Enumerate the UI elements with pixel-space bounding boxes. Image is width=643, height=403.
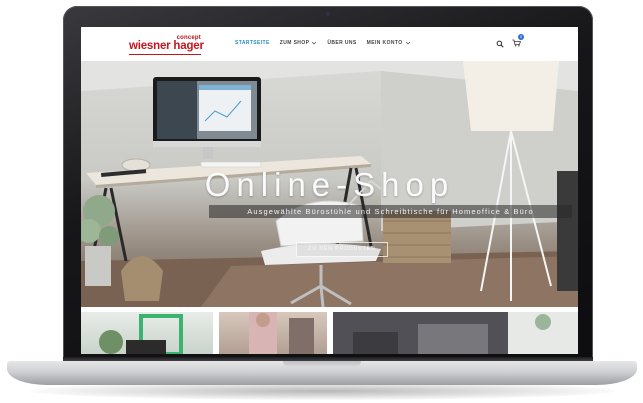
category-card-chairs[interactable] (219, 312, 327, 354)
nav-item-label: ZUM SHOP (279, 40, 310, 46)
laptop-opening-notch (283, 361, 361, 367)
nav-item-label: MEIN KONTO (366, 40, 403, 46)
cart-icon[interactable] (512, 39, 521, 47)
chevron-down-icon (405, 41, 410, 45)
nav-item-label: STARTSEITE (235, 40, 270, 46)
nav-item-ueber-uns[interactable]: ÜBER UNS (327, 40, 356, 46)
nav-item-mein-konto[interactable]: MEIN KONTO (367, 40, 411, 46)
site-header: concept wiesner hager STARTSEITE ZUM SHO… (81, 27, 578, 62)
logo-wordmark: wiesner hager (129, 40, 204, 52)
category-image (249, 312, 314, 354)
search-icon[interactable] (496, 40, 504, 48)
hero-title: Online-Shop (204, 166, 455, 203)
category-row (81, 312, 578, 354)
main-nav: STARTSEITE ZUM SHOP ÜBER UNS MEIN KONTO (235, 40, 411, 46)
cart-count-badge: 0 (518, 34, 524, 40)
category-image (99, 314, 183, 354)
nav-item-label: ÜBER UNS (327, 40, 357, 46)
category-card-homeoffice[interactable] (81, 312, 213, 354)
category-image (333, 312, 578, 354)
webcam (326, 12, 330, 16)
laptop-screen: concept wiesner hager STARTSEITE ZUM SHO… (81, 27, 578, 354)
hero-subtitle: Ausgewählte Bürostühle und Schreibtische… (209, 205, 572, 218)
category-card-desks[interactable] (333, 312, 578, 354)
logo-underline (129, 54, 201, 55)
hero-banner: Online-Shop Ausgewählte Bürostühle und S… (81, 61, 578, 307)
nav-item-startseite[interactable]: STARTSEITE (235, 40, 270, 46)
brand-logo[interactable]: concept wiesner hager (129, 35, 204, 57)
chevron-down-icon (312, 41, 317, 45)
nav-item-zum-shop[interactable]: ZUM SHOP (280, 40, 318, 46)
hero-cta-button[interactable]: ZU DEN PRODUKTEN (296, 242, 388, 257)
